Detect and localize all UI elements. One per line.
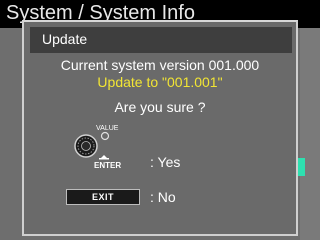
yes-option-label: : Yes <box>150 154 181 170</box>
dialog-title: Update <box>42 31 88 47</box>
value-knob-icon: VALUE ENTER <box>74 125 121 170</box>
scroll-marker <box>297 158 305 176</box>
dialog-header: Update <box>30 27 292 53</box>
no-option-label: : No <box>150 189 176 205</box>
enter-label: ENTER <box>94 161 121 170</box>
current-version-text: Current system version 001.000 <box>60 57 260 73</box>
update-target-text: Update to "001.001" <box>97 74 223 90</box>
update-dialog: Update Current system version 001.000 Up… <box>22 20 298 236</box>
exit-button[interactable]: EXIT <box>66 189 140 205</box>
enter-arrow-icon <box>99 155 109 160</box>
confirm-question: Are you sure ? <box>114 99 206 115</box>
knob-label: VALUE <box>96 125 119 132</box>
value-knob-enter[interactable]: VALUE ENTER <box>74 122 134 174</box>
